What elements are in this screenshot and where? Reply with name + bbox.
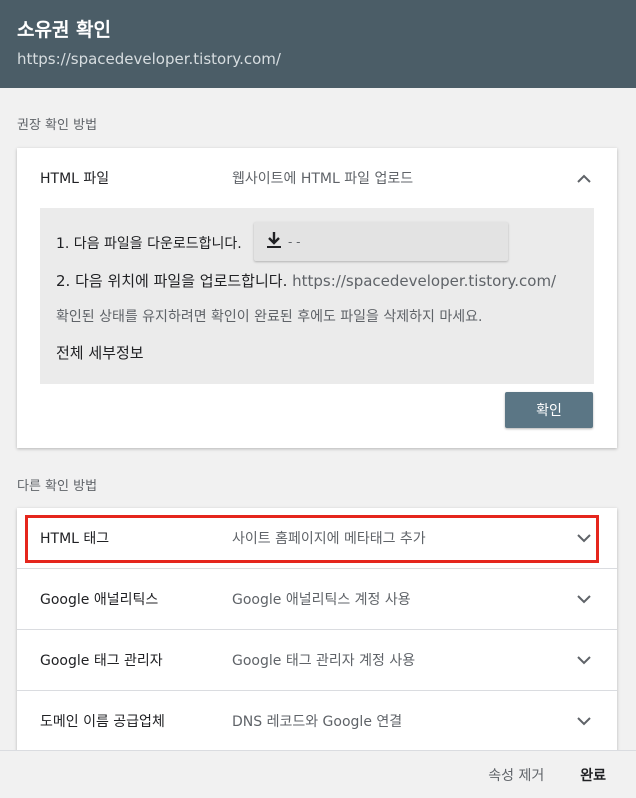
chevron-down-icon[interactable] bbox=[574, 711, 594, 731]
download-file-button[interactable]: - - bbox=[254, 222, 508, 261]
method-row-html-tag[interactable]: HTML 태그 사이트 홈페이지에 메타태그 추가 bbox=[17, 508, 617, 568]
recommended-section-label: 권장 확인 방법 bbox=[17, 118, 98, 133]
step1-label: 1. 다음 파일을 다운로드합니다. bbox=[56, 236, 242, 252]
keep-file-note: 확인된 상태를 유지하려면 확인이 완료된 후에도 파일을 삭제하지 마세요. bbox=[56, 309, 483, 325]
step2-label: 2. 다음 위치에 파일을 업로드합니다. bbox=[56, 272, 288, 290]
method-description: Google 태그 관리자 계정 사용 bbox=[232, 653, 416, 669]
method-name: HTML 파일 bbox=[40, 171, 110, 187]
dialog-footer: 속성 제거 완료 bbox=[0, 750, 636, 798]
method-row-domain-provider[interactable]: 도메인 이름 공급업체 DNS 레코드와 Google 연결 bbox=[17, 691, 617, 751]
chevron-down-icon[interactable] bbox=[574, 528, 594, 548]
dialog-title: 소유권 확인 bbox=[17, 19, 112, 41]
method-row-google-tag-manager[interactable]: Google 태그 관리자 Google 태그 관리자 계정 사용 bbox=[17, 630, 617, 690]
method-row-google-analytics[interactable]: Google 애널리틱스 Google 애널리틱스 계정 사용 bbox=[17, 569, 617, 629]
property-url: https://spacedeveloper.tistory.com/ bbox=[17, 50, 281, 68]
method-name: Google 태그 관리자 bbox=[40, 653, 163, 669]
other-section-label: 다른 확인 방법 bbox=[17, 479, 98, 494]
method-description: DNS 레코드와 Google 연결 bbox=[232, 714, 403, 730]
method-row-html-file[interactable]: HTML 파일 웹사이트에 HTML 파일 업로드 bbox=[17, 148, 617, 208]
chevron-down-icon[interactable] bbox=[574, 650, 594, 670]
full-details-link[interactable]: 전체 세부정보 bbox=[56, 342, 144, 363]
download-file-name: - - bbox=[288, 234, 301, 249]
method-name: HTML 태그 bbox=[40, 531, 110, 547]
method-name: 도메인 이름 공급업체 bbox=[40, 714, 165, 730]
method-description: Google 애널리틱스 계정 사용 bbox=[232, 592, 411, 608]
step2-url: https://spacedeveloper.tistory.com/ bbox=[292, 272, 557, 290]
done-button[interactable]: 완료 bbox=[580, 765, 606, 785]
recommended-method-card: HTML 파일 웹사이트에 HTML 파일 업로드 1. 다음 파일을 다운로드… bbox=[17, 148, 617, 448]
download-icon bbox=[266, 231, 282, 253]
dialog-header: 소유권 확인 https://spacedeveloper.tistory.co… bbox=[0, 0, 636, 88]
step2-line: 2. 다음 위치에 파일을 업로드합니다. https://spacedevel… bbox=[56, 270, 556, 291]
chevron-up-icon[interactable] bbox=[574, 168, 594, 188]
html-file-details-panel: 1. 다음 파일을 다운로드합니다. - - 2. 다음 위치에 파일을 업로드… bbox=[40, 208, 594, 384]
remove-property-button[interactable]: 속성 제거 bbox=[488, 765, 544, 785]
chevron-down-icon[interactable] bbox=[574, 589, 594, 609]
method-description: 사이트 홈페이지에 메타태그 추가 bbox=[232, 531, 426, 547]
method-description: 웹사이트에 HTML 파일 업로드 bbox=[232, 171, 414, 187]
confirm-button[interactable]: 확인 bbox=[505, 392, 593, 428]
other-methods-card: HTML 태그 사이트 홈페이지에 메타태그 추가 Google 애널리틱스 G… bbox=[17, 508, 617, 768]
method-name: Google 애널리틱스 bbox=[40, 592, 159, 608]
